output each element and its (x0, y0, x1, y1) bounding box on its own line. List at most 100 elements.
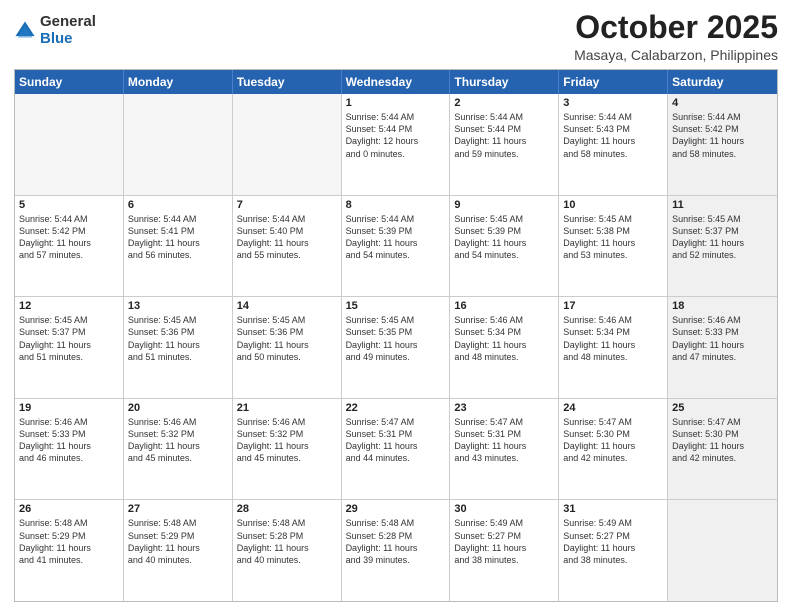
month-title: October 2025 (574, 10, 778, 45)
day-number: 17 (563, 300, 663, 312)
day-cell-9: 9 Sunrise: 5:45 AMSunset: 5:39 PMDaylight… (450, 196, 559, 297)
day-info: Sunrise: 5:48 AMSunset: 5:28 PMDaylight:… (346, 517, 446, 566)
title-block: October 2025 Masaya, Calabarzon, Philipp… (574, 10, 778, 63)
day-number: 2 (454, 97, 554, 109)
day-header-tuesday: Tuesday (233, 70, 342, 94)
day-number: 25 (672, 402, 773, 414)
day-header-sunday: Sunday (15, 70, 124, 94)
day-info: Sunrise: 5:45 AMSunset: 5:35 PMDaylight:… (346, 314, 446, 363)
empty-cell-4-6 (668, 500, 777, 601)
day-info: Sunrise: 5:46 AMSunset: 5:34 PMDaylight:… (563, 314, 663, 363)
day-info: Sunrise: 5:45 AMSunset: 5:36 PMDaylight:… (237, 314, 337, 363)
day-cell-19: 19Sunrise: 5:46 AMSunset: 5:33 PMDayligh… (15, 399, 124, 500)
day-cell-3: 3 Sunrise: 5:44 AMSunset: 5:43 PMDaylight… (559, 94, 668, 195)
day-info: Sunrise: 5:49 AMSunset: 5:27 PMDaylight:… (454, 517, 554, 566)
day-cell-8: 8 Sunrise: 5:44 AMSunset: 5:39 PMDaylight… (342, 196, 451, 297)
day-info: Sunrise: 5:46 AMSunset: 5:32 PMDaylight:… (237, 416, 337, 465)
day-cell-29: 29Sunrise: 5:48 AMSunset: 5:28 PMDayligh… (342, 500, 451, 601)
day-cell-26: 26Sunrise: 5:48 AMSunset: 5:29 PMDayligh… (15, 500, 124, 601)
day-number: 9 (454, 199, 554, 211)
header: General Blue October 2025 Masaya, Calaba… (14, 10, 778, 63)
day-cell-16: 16 Sunrise: 5:46 AMSunset: 5:34 PMDayligh… (450, 297, 559, 398)
calendar-body: 1 Sunrise: 5:44 AMSunset: 5:44 PMDaylight… (15, 94, 777, 601)
day-info: Sunrise: 5:44 AMSunset: 5:41 PMDaylight:… (128, 213, 228, 262)
day-info: Sunrise: 5:44 AMSunset: 5:44 PMDaylight:… (346, 111, 446, 160)
empty-cell-0-1 (124, 94, 233, 195)
day-info: Sunrise: 5:45 AMSunset: 5:36 PMDaylight:… (128, 314, 228, 363)
day-cell-6: 6Sunrise: 5:44 AMSunset: 5:41 PMDaylight… (124, 196, 233, 297)
day-info: Sunrise: 5:44 AMSunset: 5:39 PMDaylight:… (346, 213, 446, 262)
day-info: Sunrise: 5:45 AMSunset: 5:39 PMDaylight:… (454, 213, 554, 262)
day-number: 31 (563, 503, 663, 515)
week-row-5: 26Sunrise: 5:48 AMSunset: 5:29 PMDayligh… (15, 499, 777, 601)
day-cell-2: 2 Sunrise: 5:44 AMSunset: 5:44 PMDaylight… (450, 94, 559, 195)
day-number: 3 (563, 97, 663, 109)
empty-cell-0-2 (233, 94, 342, 195)
day-number: 19 (19, 402, 119, 414)
day-number: 18 (672, 300, 773, 312)
day-number: 20 (128, 402, 228, 414)
day-info: Sunrise: 5:44 AMSunset: 5:40 PMDaylight:… (237, 213, 337, 262)
week-row-2: 5 Sunrise: 5:44 AMSunset: 5:42 PMDaylight… (15, 195, 777, 297)
day-cell-15: 15Sunrise: 5:45 AMSunset: 5:35 PMDayligh… (342, 297, 451, 398)
week-row-1: 1 Sunrise: 5:44 AMSunset: 5:44 PMDaylight… (15, 94, 777, 195)
day-cell-5: 5 Sunrise: 5:44 AMSunset: 5:42 PMDaylight… (15, 196, 124, 297)
day-info: Sunrise: 5:46 AMSunset: 5:33 PMDaylight:… (672, 314, 773, 363)
logo-icon (14, 20, 36, 42)
day-info: Sunrise: 5:47 AMSunset: 5:30 PMDaylight:… (672, 416, 773, 465)
day-info: Sunrise: 5:48 AMSunset: 5:28 PMDaylight:… (237, 517, 337, 566)
day-number: 11 (672, 199, 773, 211)
day-info: Sunrise: 5:44 AMSunset: 5:44 PMDaylight:… (454, 111, 554, 160)
day-header-monday: Monday (124, 70, 233, 94)
day-cell-31: 31Sunrise: 5:49 AMSunset: 5:27 PMDayligh… (559, 500, 668, 601)
day-cell-21: 21Sunrise: 5:46 AMSunset: 5:32 PMDayligh… (233, 399, 342, 500)
day-number: 14 (237, 300, 337, 312)
day-cell-4: 4Sunrise: 5:44 AMSunset: 5:42 PMDaylight… (668, 94, 777, 195)
day-number: 24 (563, 402, 663, 414)
day-number: 8 (346, 199, 446, 211)
day-number: 1 (346, 97, 446, 109)
day-cell-20: 20Sunrise: 5:46 AMSunset: 5:32 PMDayligh… (124, 399, 233, 500)
week-row-3: 12Sunrise: 5:45 AMSunset: 5:37 PMDayligh… (15, 296, 777, 398)
day-number: 4 (672, 97, 773, 109)
week-row-4: 19Sunrise: 5:46 AMSunset: 5:33 PMDayligh… (15, 398, 777, 500)
day-cell-10: 10Sunrise: 5:45 AMSunset: 5:38 PMDayligh… (559, 196, 668, 297)
day-info: Sunrise: 5:47 AMSunset: 5:31 PMDaylight:… (346, 416, 446, 465)
day-cell-25: 25 Sunrise: 5:47 AMSunset: 5:30 PMDayligh… (668, 399, 777, 500)
day-cell-1: 1 Sunrise: 5:44 AMSunset: 5:44 PMDaylight… (342, 94, 451, 195)
calendar-header: SundayMondayTuesdayWednesdayThursdayFrid… (15, 70, 777, 94)
location: Masaya, Calabarzon, Philippines (574, 47, 778, 63)
day-number: 28 (237, 503, 337, 515)
day-number: 13 (128, 300, 228, 312)
day-number: 22 (346, 402, 446, 414)
day-cell-23: 23 Sunrise: 5:47 AMSunset: 5:31 PMDayligh… (450, 399, 559, 500)
day-cell-30: 30 Sunrise: 5:49 AMSunset: 5:27 PMDayligh… (450, 500, 559, 601)
day-info: Sunrise: 5:48 AMSunset: 5:29 PMDaylight:… (128, 517, 228, 566)
day-number: 23 (454, 402, 554, 414)
day-cell-22: 22 Sunrise: 5:47 AMSunset: 5:31 PMDayligh… (342, 399, 451, 500)
day-number: 12 (19, 300, 119, 312)
day-header-saturday: Saturday (668, 70, 777, 94)
day-info: Sunrise: 5:46 AMSunset: 5:34 PMDaylight:… (454, 314, 554, 363)
day-cell-27: 27 Sunrise: 5:48 AMSunset: 5:29 PMDayligh… (124, 500, 233, 601)
day-cell-12: 12Sunrise: 5:45 AMSunset: 5:37 PMDayligh… (15, 297, 124, 398)
logo-general-text: General (40, 14, 96, 31)
day-info: Sunrise: 5:44 AMSunset: 5:42 PMDaylight:… (19, 213, 119, 262)
day-number: 5 (19, 199, 119, 211)
empty-cell-0-0 (15, 94, 124, 195)
day-number: 16 (454, 300, 554, 312)
day-info: Sunrise: 5:45 AMSunset: 5:37 PMDaylight:… (672, 213, 773, 262)
day-cell-7: 7 Sunrise: 5:44 AMSunset: 5:40 PMDaylight… (233, 196, 342, 297)
day-cell-18: 18 Sunrise: 5:46 AMSunset: 5:33 PMDayligh… (668, 297, 777, 398)
day-number: 7 (237, 199, 337, 211)
day-info: Sunrise: 5:44 AMSunset: 5:43 PMDaylight:… (563, 111, 663, 160)
day-number: 30 (454, 503, 554, 515)
day-info: Sunrise: 5:47 AMSunset: 5:31 PMDaylight:… (454, 416, 554, 465)
day-cell-28: 28 Sunrise: 5:48 AMSunset: 5:28 PMDayligh… (233, 500, 342, 601)
day-header-thursday: Thursday (450, 70, 559, 94)
day-number: 27 (128, 503, 228, 515)
day-info: Sunrise: 5:48 AMSunset: 5:29 PMDaylight:… (19, 517, 119, 566)
day-header-friday: Friday (559, 70, 668, 94)
logo: General Blue (14, 14, 96, 47)
day-cell-11: 11 Sunrise: 5:45 AMSunset: 5:37 PMDayligh… (668, 196, 777, 297)
